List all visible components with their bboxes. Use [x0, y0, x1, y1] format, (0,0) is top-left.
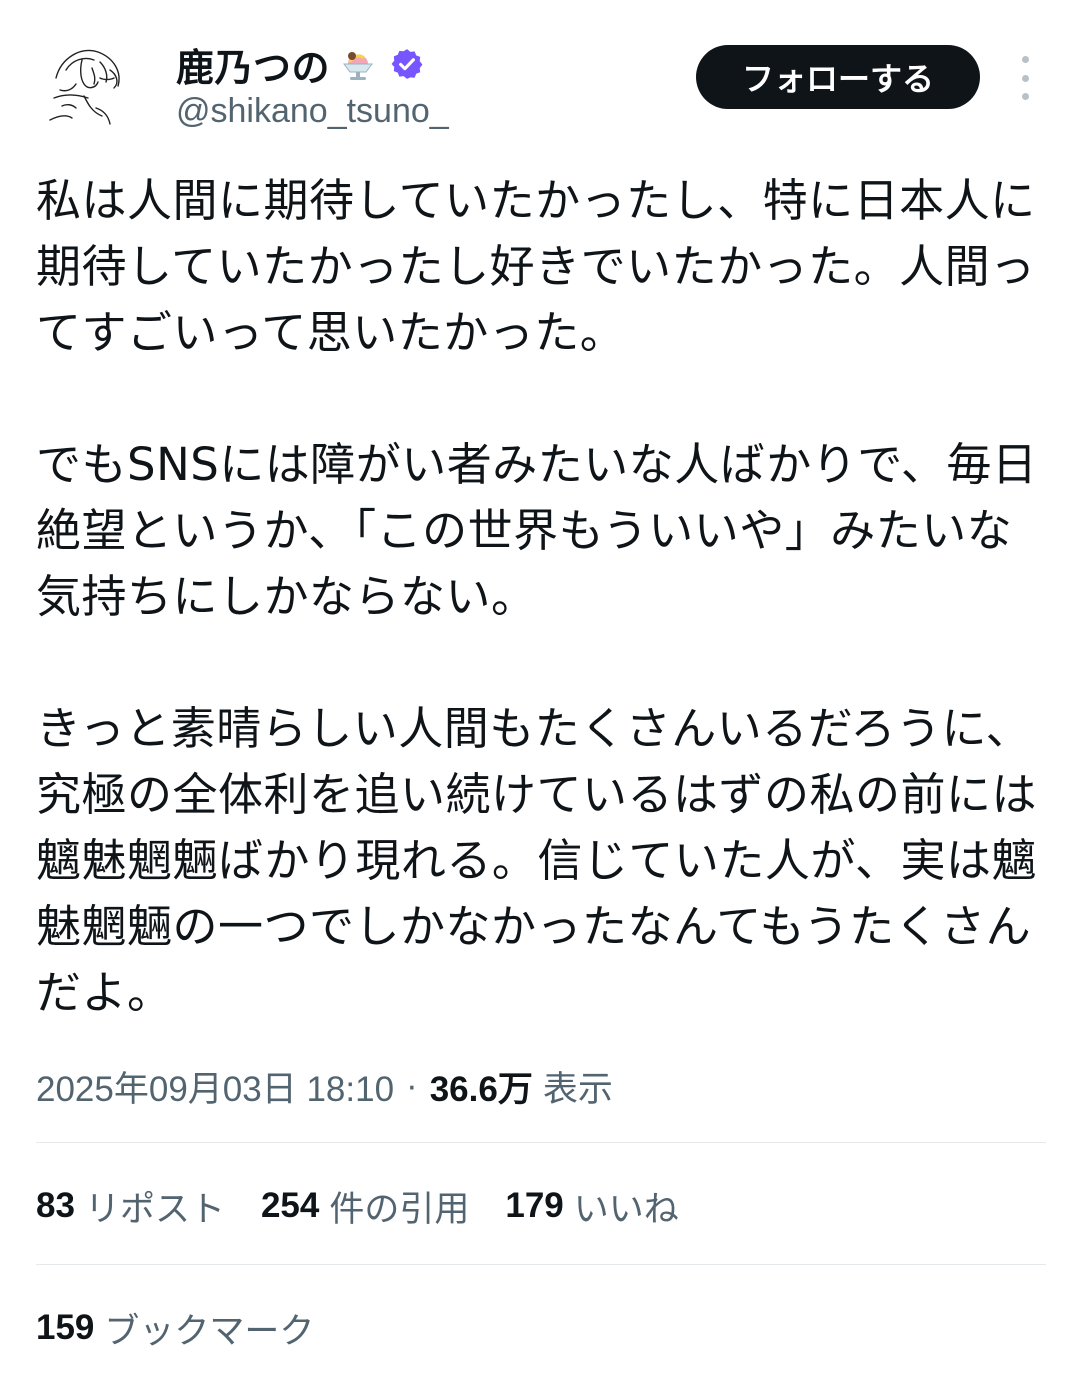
tweet-detail: 鹿乃つの @shikano_tsuno_ フォローする 私は人間に期待していたか… — [0, 0, 1080, 1382]
name-line: 鹿乃つの — [176, 40, 424, 90]
tweet-timestamp[interactable]: 2025年09月03日 18:10 — [36, 1061, 394, 1112]
engagement-stats: 83 リポスト 254 件の引用 179 いいね — [36, 1176, 715, 1236]
bookmarks-label: ブックマーク — [104, 1311, 315, 1352]
views-count[interactable]: 36.6万 — [430, 1061, 533, 1112]
follow-button[interactable]: フォローする — [696, 45, 980, 109]
display-name[interactable]: 鹿乃つの — [176, 37, 330, 92]
likes-count: 179 — [505, 1186, 564, 1225]
avatar[interactable] — [36, 38, 136, 138]
avatar-sketch-icon — [49, 49, 120, 125]
reposts-count: 83 — [36, 1186, 75, 1225]
more-vertical-icon[interactable] — [1008, 56, 1042, 100]
more-dot — [1021, 93, 1029, 100]
tweet-meta: 2025年09月03日 18:10 · 36.6万 表示 — [36, 1058, 613, 1114]
more-dot — [1021, 74, 1029, 82]
tweet-paragraph: きっと素晴らしい人間もたくさんいるだろうに、究極の全体利を追い続けているはずの私… — [36, 702, 1038, 1019]
divider — [36, 1264, 1046, 1265]
quotes-count: 254 — [260, 1186, 320, 1225]
views-label: 表示 — [542, 1069, 613, 1109]
likes-stat[interactable]: 179 いいね — [505, 1181, 678, 1232]
tweet-paragraph: 私は人間に期待していたかったし、特に日本人に期待していたかったし好きでいたかった… — [36, 174, 1036, 359]
user-handle[interactable]: @shikano_tsuno_ — [176, 92, 449, 131]
likes-label: いいね — [573, 1189, 679, 1230]
reposts-label: リポスト — [84, 1189, 225, 1230]
bookmarks-count: 159 — [36, 1308, 95, 1347]
divider — [36, 1142, 1046, 1143]
bookmarks-stat-inner: 159 ブックマーク — [36, 1303, 314, 1354]
verified-badge-icon[interactable] — [390, 47, 424, 81]
quotes-stat[interactable]: 254 件の引用 — [261, 1181, 469, 1232]
reposts-stat[interactable]: 83 リポスト — [36, 1181, 225, 1232]
meta-separator: · — [406, 1066, 418, 1105]
tweet-text: 私は人間に期待していたかったし、特に日本人に期待していたかったし好きでいたかった… — [36, 168, 1046, 1026]
quotes-label: 件の引用 — [329, 1189, 470, 1230]
tweet-paragraph: でもSNSには障がい者みたいな人ばかりで、毎日絶望というか、「この世界もういいや… — [36, 438, 1038, 623]
bookmarks-stat[interactable]: 159 ブックマーク — [36, 1298, 350, 1358]
more-dot — [1021, 56, 1029, 63]
tweet-header: 鹿乃つの @shikano_tsuno_ フォローする — [0, 0, 1080, 150]
shaved-ice-dessert-icon — [338, 44, 378, 84]
